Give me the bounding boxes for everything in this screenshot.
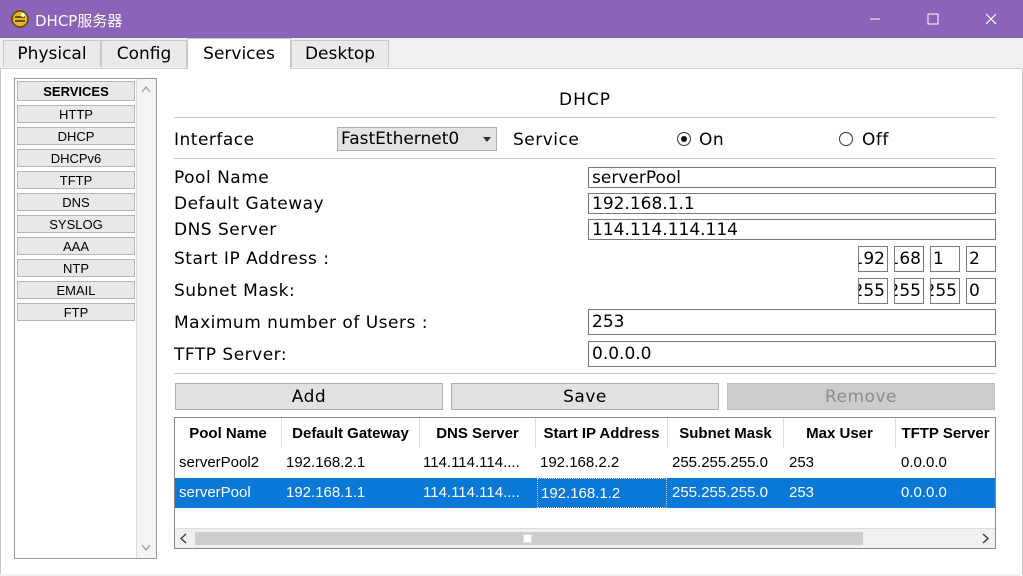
tftp-server-label: TFTP Server: xyxy=(174,345,288,365)
subnet-mask-octet-1[interactable]: 255 xyxy=(858,278,888,304)
service-item-ftp[interactable]: FTP xyxy=(17,303,135,321)
column-header[interactable]: TFTP Server xyxy=(896,418,995,448)
column-header[interactable]: Max User xyxy=(784,418,896,448)
service-item-ntp[interactable]: NTP xyxy=(17,259,135,277)
window-title: DHCP服务器 xyxy=(35,12,123,30)
table-cell: 253 xyxy=(789,454,815,471)
table-cell: 253 xyxy=(789,484,815,501)
tftp-server-input[interactable]: 0.0.0.0 xyxy=(588,341,996,367)
table-row-selected[interactable]: serverPool 192.168.1.1 114.114.114.... 1… xyxy=(175,478,995,508)
table-cell: 192.168.1.1 xyxy=(286,484,366,501)
interface-select-value: FastEthernet0 xyxy=(341,129,460,149)
default-gateway-input[interactable]: 192.168.1.1 xyxy=(588,193,996,214)
title-bar: DHCP服务器 xyxy=(0,0,1023,38)
default-gateway-label: Default Gateway xyxy=(174,194,325,214)
pool-name-input[interactable]: serverPool xyxy=(588,167,996,188)
table-cell: 192.168.2.2 xyxy=(540,454,620,471)
service-item-email[interactable]: EMAIL xyxy=(17,281,135,299)
table-row[interactable]: serverPool2 192.168.2.1 114.114.114.... … xyxy=(175,448,995,478)
tab-config[interactable]: Config xyxy=(101,40,187,67)
maximize-button[interactable] xyxy=(910,0,956,38)
service-item-tftp[interactable]: TFTP xyxy=(17,171,135,189)
table-cell: 255.255.255.0 xyxy=(672,484,768,501)
divider xyxy=(174,158,996,159)
minimize-button[interactable] xyxy=(852,0,898,38)
tab-physical[interactable]: Physical xyxy=(3,40,101,67)
start-ip-octet-4[interactable]: 2 xyxy=(966,246,996,272)
pool-name-label: Pool Name xyxy=(174,168,270,188)
max-users-label: Maximum number of Users : xyxy=(174,313,428,333)
service-item-dhcp[interactable]: DHCP xyxy=(17,127,135,145)
start-ip-octet-2[interactable]: 168 xyxy=(894,246,924,272)
column-header[interactable]: Subnet Mask xyxy=(668,418,784,448)
scroll-up-icon[interactable] xyxy=(141,85,151,93)
tab-bar: Physical Config Services Desktop xyxy=(0,38,1023,69)
divider xyxy=(174,373,996,374)
close-icon xyxy=(985,13,997,25)
dns-server-input[interactable]: 114.114.114.114 xyxy=(588,219,996,240)
table-cell: serverPool2 xyxy=(179,454,260,471)
subnet-mask-octet-2[interactable]: 255 xyxy=(894,278,924,304)
tab-desktop[interactable]: Desktop xyxy=(291,40,389,67)
interface-select[interactable]: FastEthernet0 xyxy=(337,127,497,151)
tab-services[interactable]: Services xyxy=(187,38,291,69)
column-header[interactable]: DNS Server xyxy=(420,418,536,448)
services-list: SERVICES HTTP DHCP DHCPv6 TFTP DNS SYSLO… xyxy=(17,81,137,325)
service-item-http[interactable]: HTTP xyxy=(17,105,135,123)
service-item-aaa[interactable]: AAA xyxy=(17,237,135,255)
service-item-dhcpv6[interactable]: DHCPv6 xyxy=(17,149,135,167)
packet-tracer-app-icon xyxy=(11,10,29,28)
table-cell-focused: 192.168.1.2 xyxy=(537,478,667,508)
subnet-mask-label: Subnet Mask: xyxy=(174,281,296,301)
service-off-radio[interactable] xyxy=(839,132,853,146)
section-title: DHCP xyxy=(559,90,611,110)
max-users-input[interactable]: 253 xyxy=(588,309,996,335)
service-item-dns[interactable]: DNS xyxy=(17,193,135,211)
chevron-down-icon xyxy=(483,137,491,142)
minimize-icon xyxy=(870,18,880,20)
service-on-label: On xyxy=(699,130,725,150)
scroll-down-icon[interactable] xyxy=(141,544,151,552)
service-item-syslog[interactable]: SYSLOG xyxy=(17,215,135,233)
close-button[interactable] xyxy=(968,0,1014,38)
save-button[interactable]: Save xyxy=(451,383,719,410)
start-ip-octet-3[interactable]: 1 xyxy=(930,246,960,272)
table-cell: 114.114.114.... xyxy=(423,454,520,471)
service-label: Service xyxy=(513,130,580,150)
table-cell: 0.0.0.0 xyxy=(901,454,947,471)
service-on-radio[interactable] xyxy=(677,132,691,146)
start-ip-octet-1[interactable]: 192 xyxy=(858,246,888,272)
divider xyxy=(174,117,996,118)
column-header[interactable]: Start IP Address xyxy=(536,418,668,448)
add-button[interactable]: Add xyxy=(175,383,443,410)
table-cell: 114.114.114.... xyxy=(423,484,520,501)
table-horizontal-scrollbar[interactable] xyxy=(175,528,995,548)
column-header[interactable]: Default Gateway xyxy=(282,418,420,448)
service-off-label: Off xyxy=(862,130,889,150)
column-header[interactable]: Pool Name xyxy=(175,418,282,448)
interface-label: Interface xyxy=(174,130,255,150)
services-list-header: SERVICES xyxy=(17,81,135,101)
scrollbar-grip xyxy=(523,534,532,543)
table-cell: 192.168.2.1 xyxy=(286,454,366,471)
scroll-left-icon[interactable] xyxy=(179,533,187,544)
services-scrollbar[interactable] xyxy=(136,79,156,558)
remove-button[interactable]: Remove xyxy=(727,383,995,410)
start-ip-label: Start IP Address : xyxy=(174,249,330,269)
subnet-mask-octet-3[interactable]: 255 xyxy=(930,278,960,304)
services-list-panel: SERVICES HTTP DHCP DHCPv6 TFTP DNS SYSLO… xyxy=(14,78,157,559)
table-cell: 0.0.0.0 xyxy=(901,484,947,501)
maximize-icon xyxy=(927,13,939,25)
dns-server-label: DNS Server xyxy=(174,220,277,240)
table-cell: serverPool xyxy=(179,484,251,501)
pool-table: Pool Name Default Gateway DNS Server Sta… xyxy=(174,417,996,549)
subnet-mask-octet-4[interactable]: 0 xyxy=(966,278,996,304)
scroll-right-icon[interactable] xyxy=(982,533,990,544)
table-cell: 255.255.255.0 xyxy=(672,454,768,471)
